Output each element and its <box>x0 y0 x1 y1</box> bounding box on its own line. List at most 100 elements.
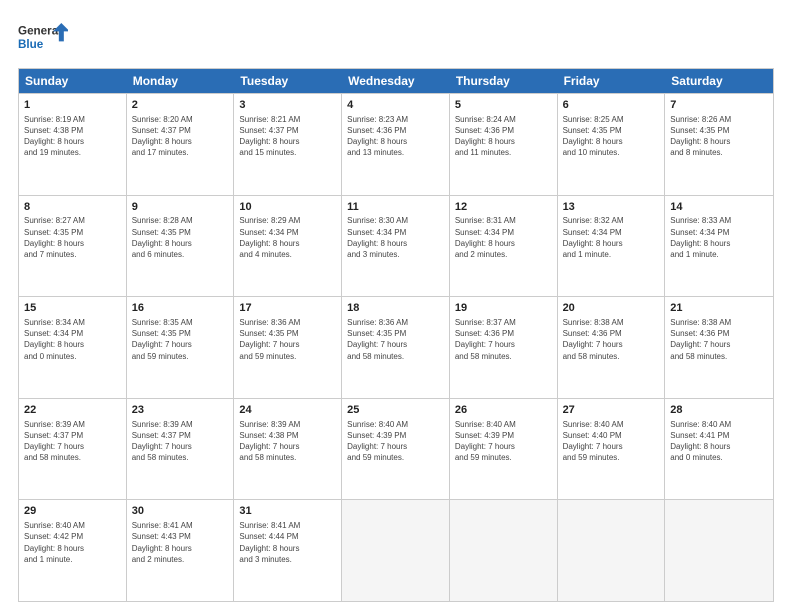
day-24: 24Sunrise: 8:39 AM Sunset: 4:38 PM Dayli… <box>234 399 342 500</box>
day-5: 5Sunrise: 8:24 AM Sunset: 4:36 PM Daylig… <box>450 94 558 195</box>
day-7: 7Sunrise: 8:26 AM Sunset: 4:35 PM Daylig… <box>665 94 773 195</box>
day-number-12: 12 <box>455 200 552 215</box>
day-number-16: 16 <box>132 301 229 316</box>
day-number-15: 15 <box>24 301 121 316</box>
logo: General Blue <box>18 18 68 58</box>
day-info-22: Sunrise: 8:39 AM Sunset: 4:37 PM Dayligh… <box>24 419 121 464</box>
day-23: 23Sunrise: 8:39 AM Sunset: 4:37 PM Dayli… <box>127 399 235 500</box>
day-16: 16Sunrise: 8:35 AM Sunset: 4:35 PM Dayli… <box>127 297 235 398</box>
day-17: 17Sunrise: 8:36 AM Sunset: 4:35 PM Dayli… <box>234 297 342 398</box>
day-info-3: Sunrise: 8:21 AM Sunset: 4:37 PM Dayligh… <box>239 114 336 159</box>
day-number-14: 14 <box>670 200 768 215</box>
day-20: 20Sunrise: 8:38 AM Sunset: 4:36 PM Dayli… <box>558 297 666 398</box>
day-info-15: Sunrise: 8:34 AM Sunset: 4:34 PM Dayligh… <box>24 317 121 362</box>
day-number-13: 13 <box>563 200 660 215</box>
header-friday: Friday <box>558 69 666 93</box>
day-18: 18Sunrise: 8:36 AM Sunset: 4:35 PM Dayli… <box>342 297 450 398</box>
day-number-21: 21 <box>670 301 768 316</box>
empty-cell <box>450 500 558 601</box>
day-number-3: 3 <box>239 98 336 113</box>
day-info-11: Sunrise: 8:30 AM Sunset: 4:34 PM Dayligh… <box>347 215 444 260</box>
day-12: 12Sunrise: 8:31 AM Sunset: 4:34 PM Dayli… <box>450 196 558 297</box>
day-9: 9Sunrise: 8:28 AM Sunset: 4:35 PM Daylig… <box>127 196 235 297</box>
day-info-28: Sunrise: 8:40 AM Sunset: 4:41 PM Dayligh… <box>670 419 768 464</box>
day-number-10: 10 <box>239 200 336 215</box>
day-number-5: 5 <box>455 98 552 113</box>
day-number-18: 18 <box>347 301 444 316</box>
day-info-31: Sunrise: 8:41 AM Sunset: 4:44 PM Dayligh… <box>239 520 336 565</box>
day-30: 30Sunrise: 8:41 AM Sunset: 4:43 PM Dayli… <box>127 500 235 601</box>
day-21: 21Sunrise: 8:38 AM Sunset: 4:36 PM Dayli… <box>665 297 773 398</box>
day-8: 8Sunrise: 8:27 AM Sunset: 4:35 PM Daylig… <box>19 196 127 297</box>
day-number-23: 23 <box>132 403 229 418</box>
day-info-21: Sunrise: 8:38 AM Sunset: 4:36 PM Dayligh… <box>670 317 768 362</box>
day-info-14: Sunrise: 8:33 AM Sunset: 4:34 PM Dayligh… <box>670 215 768 260</box>
day-13: 13Sunrise: 8:32 AM Sunset: 4:34 PM Dayli… <box>558 196 666 297</box>
day-31: 31Sunrise: 8:41 AM Sunset: 4:44 PM Dayli… <box>234 500 342 601</box>
day-info-4: Sunrise: 8:23 AM Sunset: 4:36 PM Dayligh… <box>347 114 444 159</box>
calendar: SundayMondayTuesdayWednesdayThursdayFrid… <box>18 68 774 602</box>
day-info-5: Sunrise: 8:24 AM Sunset: 4:36 PM Dayligh… <box>455 114 552 159</box>
day-number-25: 25 <box>347 403 444 418</box>
day-info-19: Sunrise: 8:37 AM Sunset: 4:36 PM Dayligh… <box>455 317 552 362</box>
day-info-26: Sunrise: 8:40 AM Sunset: 4:39 PM Dayligh… <box>455 419 552 464</box>
day-info-1: Sunrise: 8:19 AM Sunset: 4:38 PM Dayligh… <box>24 114 121 159</box>
day-number-28: 28 <box>670 403 768 418</box>
day-29: 29Sunrise: 8:40 AM Sunset: 4:42 PM Dayli… <box>19 500 127 601</box>
empty-cell <box>342 500 450 601</box>
day-info-6: Sunrise: 8:25 AM Sunset: 4:35 PM Dayligh… <box>563 114 660 159</box>
logo-svg: General Blue <box>18 18 68 58</box>
day-number-6: 6 <box>563 98 660 113</box>
week-2: 8Sunrise: 8:27 AM Sunset: 4:35 PM Daylig… <box>19 195 773 297</box>
week-1: 1Sunrise: 8:19 AM Sunset: 4:38 PM Daylig… <box>19 93 773 195</box>
day-27: 27Sunrise: 8:40 AM Sunset: 4:40 PM Dayli… <box>558 399 666 500</box>
day-number-8: 8 <box>24 200 121 215</box>
day-info-30: Sunrise: 8:41 AM Sunset: 4:43 PM Dayligh… <box>132 520 229 565</box>
day-10: 10Sunrise: 8:29 AM Sunset: 4:34 PM Dayli… <box>234 196 342 297</box>
day-number-2: 2 <box>132 98 229 113</box>
calendar-header: SundayMondayTuesdayWednesdayThursdayFrid… <box>19 69 773 93</box>
day-number-27: 27 <box>563 403 660 418</box>
day-info-20: Sunrise: 8:38 AM Sunset: 4:36 PM Dayligh… <box>563 317 660 362</box>
empty-cell <box>665 500 773 601</box>
day-number-9: 9 <box>132 200 229 215</box>
day-number-4: 4 <box>347 98 444 113</box>
day-info-23: Sunrise: 8:39 AM Sunset: 4:37 PM Dayligh… <box>132 419 229 464</box>
day-6: 6Sunrise: 8:25 AM Sunset: 4:35 PM Daylig… <box>558 94 666 195</box>
day-number-17: 17 <box>239 301 336 316</box>
day-info-18: Sunrise: 8:36 AM Sunset: 4:35 PM Dayligh… <box>347 317 444 362</box>
day-info-12: Sunrise: 8:31 AM Sunset: 4:34 PM Dayligh… <box>455 215 552 260</box>
day-26: 26Sunrise: 8:40 AM Sunset: 4:39 PM Dayli… <box>450 399 558 500</box>
week-5: 29Sunrise: 8:40 AM Sunset: 4:42 PM Dayli… <box>19 499 773 601</box>
day-number-29: 29 <box>24 504 121 519</box>
day-22: 22Sunrise: 8:39 AM Sunset: 4:37 PM Dayli… <box>19 399 127 500</box>
day-info-7: Sunrise: 8:26 AM Sunset: 4:35 PM Dayligh… <box>670 114 768 159</box>
day-info-2: Sunrise: 8:20 AM Sunset: 4:37 PM Dayligh… <box>132 114 229 159</box>
day-15: 15Sunrise: 8:34 AM Sunset: 4:34 PM Dayli… <box>19 297 127 398</box>
day-number-24: 24 <box>239 403 336 418</box>
day-info-29: Sunrise: 8:40 AM Sunset: 4:42 PM Dayligh… <box>24 520 121 565</box>
day-14: 14Sunrise: 8:33 AM Sunset: 4:34 PM Dayli… <box>665 196 773 297</box>
header-saturday: Saturday <box>665 69 773 93</box>
day-number-30: 30 <box>132 504 229 519</box>
day-info-17: Sunrise: 8:36 AM Sunset: 4:35 PM Dayligh… <box>239 317 336 362</box>
day-3: 3Sunrise: 8:21 AM Sunset: 4:37 PM Daylig… <box>234 94 342 195</box>
day-4: 4Sunrise: 8:23 AM Sunset: 4:36 PM Daylig… <box>342 94 450 195</box>
day-info-16: Sunrise: 8:35 AM Sunset: 4:35 PM Dayligh… <box>132 317 229 362</box>
day-number-7: 7 <box>670 98 768 113</box>
empty-cell <box>558 500 666 601</box>
day-number-31: 31 <box>239 504 336 519</box>
header-tuesday: Tuesday <box>234 69 342 93</box>
day-info-8: Sunrise: 8:27 AM Sunset: 4:35 PM Dayligh… <box>24 215 121 260</box>
day-28: 28Sunrise: 8:40 AM Sunset: 4:41 PM Dayli… <box>665 399 773 500</box>
day-number-11: 11 <box>347 200 444 215</box>
day-number-1: 1 <box>24 98 121 113</box>
day-info-27: Sunrise: 8:40 AM Sunset: 4:40 PM Dayligh… <box>563 419 660 464</box>
header-thursday: Thursday <box>450 69 558 93</box>
day-25: 25Sunrise: 8:40 AM Sunset: 4:39 PM Dayli… <box>342 399 450 500</box>
day-info-25: Sunrise: 8:40 AM Sunset: 4:39 PM Dayligh… <box>347 419 444 464</box>
day-1: 1Sunrise: 8:19 AM Sunset: 4:38 PM Daylig… <box>19 94 127 195</box>
header-sunday: Sunday <box>19 69 127 93</box>
day-number-22: 22 <box>24 403 121 418</box>
day-info-24: Sunrise: 8:39 AM Sunset: 4:38 PM Dayligh… <box>239 419 336 464</box>
